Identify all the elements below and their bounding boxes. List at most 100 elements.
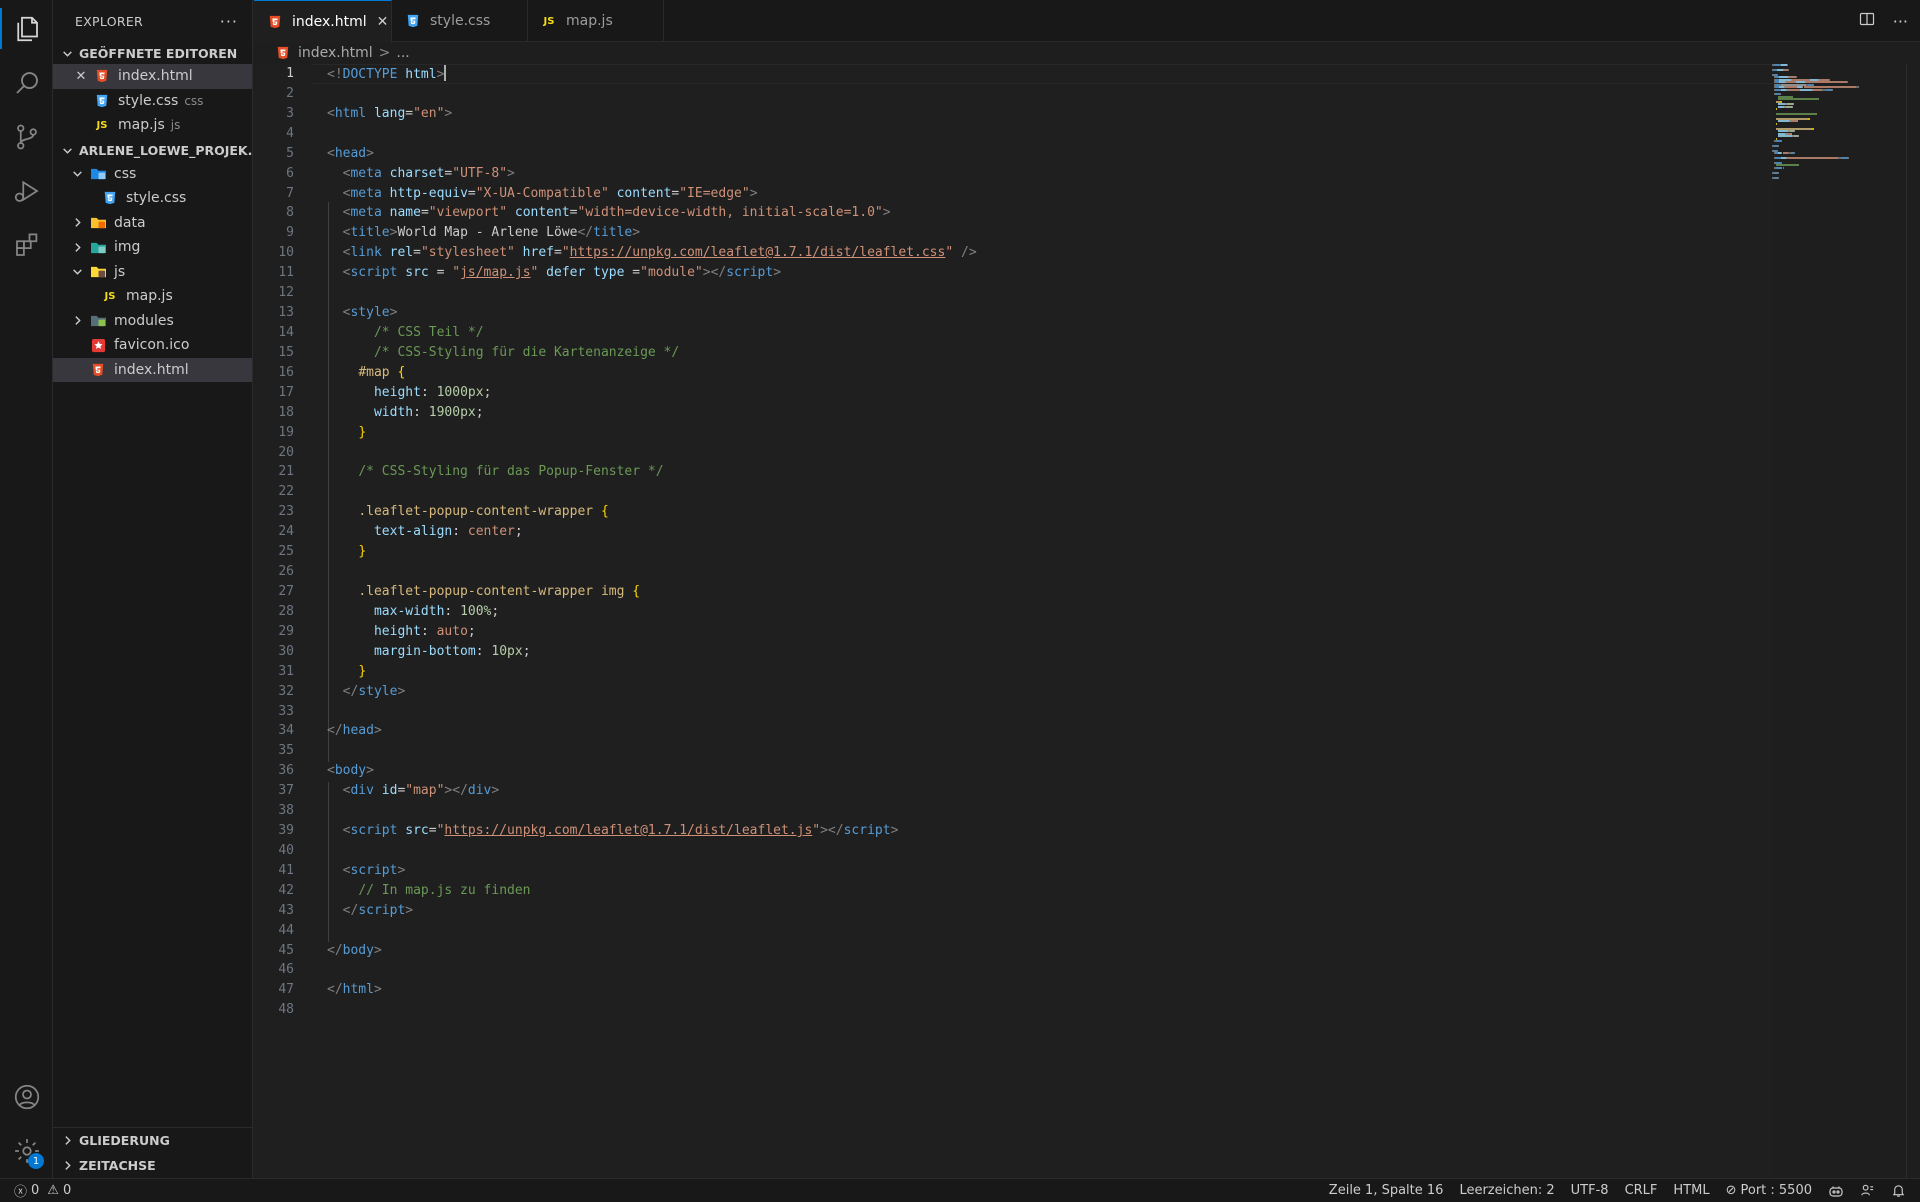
code-line[interactable]: <body> (327, 761, 1747, 781)
code-line[interactable]: } (327, 662, 1747, 682)
line-number: 27 (278, 583, 294, 599)
code-line[interactable] (327, 702, 1747, 722)
open-editor-style-css[interactable]: style.css css (53, 89, 252, 114)
code-line[interactable] (327, 960, 1747, 980)
code-line[interactable]: .leaflet-popup-content-wrapper { (327, 502, 1747, 522)
code-line[interactable]: </style> (327, 682, 1747, 702)
code-line[interactable] (327, 84, 1747, 104)
cursor-position[interactable]: Zeile 1, Spalte 16 (1321, 1179, 1452, 1202)
split-editor-icon[interactable] (1859, 11, 1875, 31)
tab-style-css[interactable]: style.css (392, 0, 528, 42)
warning-count: 0 (62, 1183, 72, 1198)
code-line[interactable] (327, 283, 1747, 303)
code-line[interactable]: </script> (327, 901, 1747, 921)
code-line[interactable]: <html lang="en"> (327, 104, 1747, 124)
close-icon[interactable]: ✕ (377, 14, 389, 30)
run-debug-icon[interactable] (0, 164, 53, 217)
code-token: ; (491, 603, 500, 619)
open-editors-section[interactable]: GEÖFFNETE EDITOREN (53, 42, 252, 64)
code-line[interactable]: /* CSS Teil */ (327, 323, 1747, 343)
more-actions-icon[interactable]: ··· (1893, 12, 1908, 31)
code-line[interactable] (327, 801, 1747, 821)
code-line[interactable]: <meta name="viewport" content="width=dev… (327, 203, 1747, 223)
code-line[interactable]: .leaflet-popup-content-wrapper img { (327, 582, 1747, 602)
explorer-icon[interactable] (0, 2, 53, 55)
copilot-icon[interactable] (1820, 1179, 1852, 1202)
search-icon[interactable] (0, 56, 53, 109)
tree-file-favicon[interactable]: favicon.ico (53, 333, 252, 358)
code-line[interactable]: <script src="https://unpkg.com/leaflet@1… (327, 821, 1747, 841)
minimap[interactable] (1772, 64, 1892, 184)
code-line[interactable]: text-align: center; (327, 522, 1747, 542)
account-icon[interactable] (0, 1070, 53, 1123)
code-line[interactable]: // In map.js zu finden (327, 881, 1747, 901)
tree-file-index-html[interactable]: index.html (53, 357, 252, 382)
problems-indicator[interactable]: ⓧ 0 ⚠ 0 (0, 1179, 79, 1202)
code-line[interactable] (327, 1000, 1747, 1020)
open-editor-index-html[interactable]: ✕ index.html (53, 64, 252, 89)
code-line[interactable]: height: auto; (327, 622, 1747, 642)
code-line[interactable]: margin-bottom: 10px; (327, 642, 1747, 662)
vertical-scrollbar[interactable] (1906, 64, 1920, 1178)
code-editor[interactable]: 1 2 3 4 5 6 7 8 9 10 11 12 13 14 15 16 17 18 19 20 21 22 23 24 2… (254, 64, 1787, 1178)
code-line[interactable]: #map { (327, 363, 1747, 383)
code-line[interactable]: <meta charset="UTF-8"> (327, 164, 1747, 184)
code-line[interactable]: <script> (327, 861, 1747, 881)
code-line[interactable] (327, 124, 1747, 144)
line-number: 47 (278, 982, 294, 998)
tree-folder-img[interactable]: img (53, 235, 252, 260)
breadcrumb-file[interactable]: index.html (298, 45, 373, 61)
timeline-section[interactable]: ZEITACHSE (53, 1153, 252, 1178)
code-line[interactable]: <!DOCTYPE html> (313, 64, 1787, 84)
encoding[interactable]: UTF-8 (1563, 1179, 1617, 1202)
code-line[interactable] (327, 482, 1747, 502)
code-line[interactable]: <div id="map"></div> (327, 781, 1747, 801)
tree-folder-modules[interactable]: modules (53, 309, 252, 334)
notifications-bell-icon[interactable] (1883, 1179, 1920, 1202)
tree-file-map-js[interactable]: JS map.js (53, 284, 252, 309)
code-line[interactable]: <style> (327, 303, 1747, 323)
code-line[interactable]: } (327, 542, 1747, 562)
code-line[interactable]: </body> (327, 941, 1747, 961)
code-line[interactable]: <meta http-equiv="X-UA-Compatible" conte… (327, 184, 1747, 204)
code-line[interactable]: <title>World Map - Arlene Löwe</title> (327, 223, 1747, 243)
breadcrumb-more[interactable]: ... (396, 45, 409, 61)
code-line[interactable]: /* CSS-Styling für die Kartenanzeige */ (327, 343, 1747, 363)
source-control-icon[interactable] (0, 110, 53, 163)
code-line[interactable]: </head> (327, 721, 1747, 741)
code-line[interactable]: max-width: 100%; (327, 602, 1747, 622)
minimap-mark (1776, 113, 1818, 115)
tab-map-js[interactable]: JS map.js (528, 0, 664, 42)
tree-folder-js[interactable]: js (53, 260, 252, 285)
tree-folder-data[interactable]: data (53, 211, 252, 236)
more-actions-icon[interactable]: ··· (220, 12, 238, 31)
open-editor-map-js[interactable]: JS map.js js (53, 113, 252, 138)
feedback-icon[interactable] (1852, 1179, 1883, 1202)
outline-section[interactable]: GLIEDERUNG (53, 1128, 252, 1153)
code-line[interactable]: </html> (327, 980, 1747, 1000)
extensions-icon[interactable] (0, 218, 53, 271)
code-line[interactable]: <link rel="stylesheet" href="https://unp… (327, 243, 1747, 263)
code-line[interactable]: <script src = "js/map.js" defer type ="m… (327, 263, 1747, 283)
tab-index-html[interactable]: index.html ✕ (254, 0, 392, 43)
code-line[interactable]: /* CSS-Styling für das Popup-Fenster */ (327, 462, 1747, 482)
code-line[interactable] (327, 921, 1747, 941)
end-of-line[interactable]: CRLF (1617, 1179, 1666, 1202)
code-line[interactable] (327, 741, 1747, 761)
tree-file-style-css[interactable]: style.css (53, 186, 252, 211)
code-line[interactable] (327, 562, 1747, 582)
indentation[interactable]: Leerzeichen: 2 (1451, 1179, 1562, 1202)
code-line[interactable]: <head> (327, 144, 1747, 164)
settings-gear-icon[interactable]: 1 (0, 1124, 53, 1177)
code-line[interactable]: height: 1000px; (327, 383, 1747, 403)
code-line[interactable] (327, 443, 1747, 463)
code-line[interactable]: } (327, 423, 1747, 443)
project-section[interactable]: ARLENE_LOEWE_PROJEK... (53, 140, 252, 162)
live-server-port[interactable]: ⊘ Port : 5500 (1718, 1179, 1820, 1202)
code-lines[interactable]: <!DOCTYPE html> <html lang="en"> <head> <m… (313, 64, 1787, 1020)
tree-folder-css[interactable]: css (53, 162, 252, 187)
close-icon[interactable]: ✕ (73, 68, 89, 84)
code-line[interactable] (327, 841, 1747, 861)
code-line[interactable]: width: 1900px; (327, 403, 1747, 423)
language-mode[interactable]: HTML (1665, 1179, 1717, 1202)
